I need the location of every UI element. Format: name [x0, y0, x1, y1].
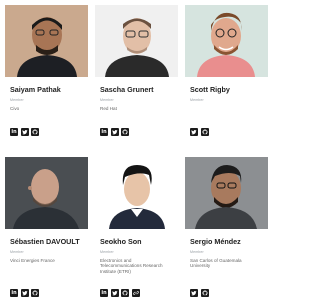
- person-organization: Vinci Energies France: [10, 257, 55, 263]
- social-links: [190, 289, 209, 297]
- person-name: Seokho Son: [100, 237, 142, 246]
- social-links: in: [100, 128, 129, 136]
- person-photo-image: [95, 157, 178, 229]
- person-card[interactable]: Scott Rigby Member: [185, 5, 268, 145]
- twitter-icon[interactable]: [110, 289, 119, 297]
- person-photo-image: [185, 5, 268, 77]
- person-name: Sascha Grunert: [100, 85, 154, 94]
- people-grid: Saiyam Pathak Member Civo in Sascha Grun…: [0, 0, 268, 303]
- linkedin-icon[interactable]: in: [10, 128, 18, 136]
- person-organization: Civo: [10, 105, 20, 111]
- person-name: Scott Rigby: [190, 85, 230, 94]
- person-organization: Electronics and Telecommunications Resea…: [100, 257, 163, 274]
- person-name: Saiyam Pathak: [10, 85, 61, 94]
- person-photo-image: [5, 5, 88, 77]
- linkedin-icon[interactable]: in: [10, 289, 18, 297]
- person-card[interactable]: Saiyam Pathak Member Civo in: [5, 5, 88, 145]
- github-icon[interactable]: [200, 289, 209, 297]
- person-photo: [95, 5, 178, 77]
- person-name: Sergio Méndez: [190, 237, 241, 246]
- social-links: [190, 128, 209, 136]
- link-icon[interactable]: [131, 289, 140, 297]
- person-photo: [5, 157, 88, 229]
- twitter-icon[interactable]: [20, 289, 29, 297]
- person-photo: [5, 5, 88, 77]
- person-role: Member: [190, 97, 204, 102]
- person-name: Sébastien DAVOULT: [10, 237, 80, 246]
- person-photo-image: [185, 157, 268, 229]
- person-role: Member: [190, 249, 204, 254]
- social-links: in: [10, 128, 39, 136]
- github-icon[interactable]: [31, 128, 39, 136]
- linkedin-icon[interactable]: in: [100, 128, 108, 136]
- person-role: Member: [100, 97, 114, 102]
- person-card[interactable]: Seokho Son Member Electronics and Teleco…: [95, 157, 178, 303]
- person-organization: Red Hat: [100, 105, 117, 111]
- person-photo-image: [5, 157, 88, 229]
- twitter-icon[interactable]: [190, 289, 198, 297]
- person-photo: [95, 157, 178, 229]
- face: [124, 172, 150, 206]
- person-role: Member: [100, 249, 114, 254]
- person-card[interactable]: Sascha Grunert Member Red Hat in: [95, 5, 178, 145]
- person-card[interactable]: Sébastien DAVOULT Member Vinci Energies …: [5, 157, 88, 303]
- person-card[interactable]: Sergio Méndez Member San Carlos of Guate…: [185, 157, 268, 303]
- twitter-icon[interactable]: [110, 128, 119, 136]
- social-links: in: [10, 289, 39, 297]
- github-icon[interactable]: [200, 128, 209, 136]
- ear: [28, 186, 32, 190]
- twitter-icon[interactable]: [20, 128, 29, 136]
- person-photo-image: [95, 5, 178, 77]
- twitter-icon[interactable]: [190, 128, 198, 136]
- person-organization: San Carlos of Guatemala University: [190, 257, 242, 269]
- person-photo: [185, 5, 268, 77]
- person-role: Member: [10, 249, 24, 254]
- github-icon[interactable]: [121, 128, 129, 136]
- person-photo: [185, 157, 268, 229]
- linkedin-icon[interactable]: in: [100, 289, 108, 297]
- github-icon[interactable]: [121, 289, 129, 297]
- github-icon[interactable]: [31, 289, 39, 297]
- social-links: in: [100, 289, 140, 297]
- person-role: Member: [10, 97, 24, 102]
